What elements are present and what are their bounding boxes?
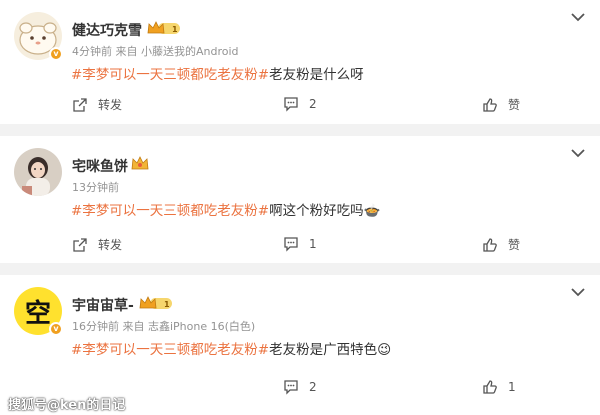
- username[interactable]: 宇宙宙草-: [72, 295, 134, 315]
- verified-badge: v: [49, 47, 63, 61]
- member-level-badge-icon: 1: [139, 296, 172, 309]
- thumbs-up-icon: [483, 97, 497, 112]
- comment-body: 老友粉是什么呀: [269, 67, 364, 83]
- like-button[interactable]: 赞: [482, 96, 520, 113]
- like-button[interactable]: 1: [482, 379, 516, 395]
- hashtag-link[interactable]: #李梦可以一天三顿都吃老友粉#: [71, 203, 269, 219]
- like-button[interactable]: 赞: [482, 236, 520, 253]
- watermark: 搜狐号@ken的日记: [8, 398, 126, 413]
- like-label: 赞: [508, 238, 521, 252]
- comment-button[interactable]: 1: [283, 236, 317, 252]
- action-bar: 转发 2 赞: [0, 96, 600, 116]
- comment-meta: 4分钟前 来自 小藤送我的Android: [72, 45, 239, 58]
- avatar-text: 空: [24, 298, 51, 329]
- member-level-badge-icon: 1: [147, 21, 180, 34]
- comment-text: #李梦可以一天三顿都吃老友粉#老友粉是广西特色😉: [71, 338, 391, 358]
- comment-text: #李梦可以一天三顿都吃老友粉#啊这个粉好吃吗🍲: [71, 199, 380, 219]
- like-count: 1: [508, 380, 516, 394]
- hashtag-link[interactable]: #李梦可以一天三顿都吃老友粉#: [71, 342, 269, 358]
- repost-icon: [73, 97, 87, 112]
- repost-icon: [73, 237, 87, 252]
- comment-body: 啊这个粉好吃吗: [269, 203, 364, 219]
- thumbs-up-icon: [483, 237, 497, 252]
- comment-meta: 16分钟前 来自 志鑫iPhone 16(白色): [72, 320, 256, 333]
- chevron-down-icon[interactable]: [571, 12, 585, 22]
- hashtag-link[interactable]: #李梦可以一天三顿都吃老友粉#: [71, 67, 269, 83]
- username[interactable]: 健达巧克雪: [72, 20, 142, 40]
- svg-text:1: 1: [164, 300, 170, 309]
- repost-button[interactable]: 转发: [72, 236, 122, 253]
- comment-card: 宅咪鱼饼 13分钟前 #李梦可以一天三顿都吃老友粉#啊这个粉好吃吗🍲 转发 1 …: [0, 136, 600, 263]
- crown-badge-icon: [131, 156, 149, 170]
- comment-icon: [284, 380, 298, 395]
- comment-icon: [284, 237, 298, 252]
- username[interactable]: 宅咪鱼饼: [72, 156, 128, 176]
- comment-count: 1: [309, 237, 317, 251]
- comment-count: 2: [309, 380, 317, 394]
- thumbs-up-icon: [483, 380, 497, 394]
- action-bar: 转发 1 赞: [0, 236, 600, 256]
- repost-label: 转发: [98, 98, 123, 112]
- comment-meta: 13分钟前: [72, 181, 119, 194]
- verified-badge: v: [49, 322, 63, 336]
- wink-emoji: 😉: [377, 342, 392, 358]
- chevron-down-icon[interactable]: [571, 287, 585, 297]
- comment-button[interactable]: 2: [283, 379, 317, 395]
- chevron-down-icon[interactable]: [571, 148, 585, 158]
- repost-label: 转发: [98, 238, 123, 252]
- comment-count: 2: [309, 97, 317, 111]
- comment-text: #李梦可以一天三顿都吃老友粉#老友粉是什么呀: [71, 63, 364, 83]
- comment-button[interactable]: 2: [283, 96, 317, 112]
- repost-button[interactable]: 转发: [72, 96, 122, 113]
- hotpot-emoji: 🍲: [363, 203, 381, 219]
- comment-card: v 健达巧克雪 1 4分钟前 来自 小藤送我的Android #李梦可以一天三顿…: [0, 0, 600, 124]
- comment-body: 老友粉是广西特色: [269, 342, 378, 358]
- avatar[interactable]: [14, 148, 62, 196]
- like-label: 赞: [508, 98, 521, 112]
- comment-icon: [284, 97, 298, 112]
- svg-text:1: 1: [172, 25, 178, 34]
